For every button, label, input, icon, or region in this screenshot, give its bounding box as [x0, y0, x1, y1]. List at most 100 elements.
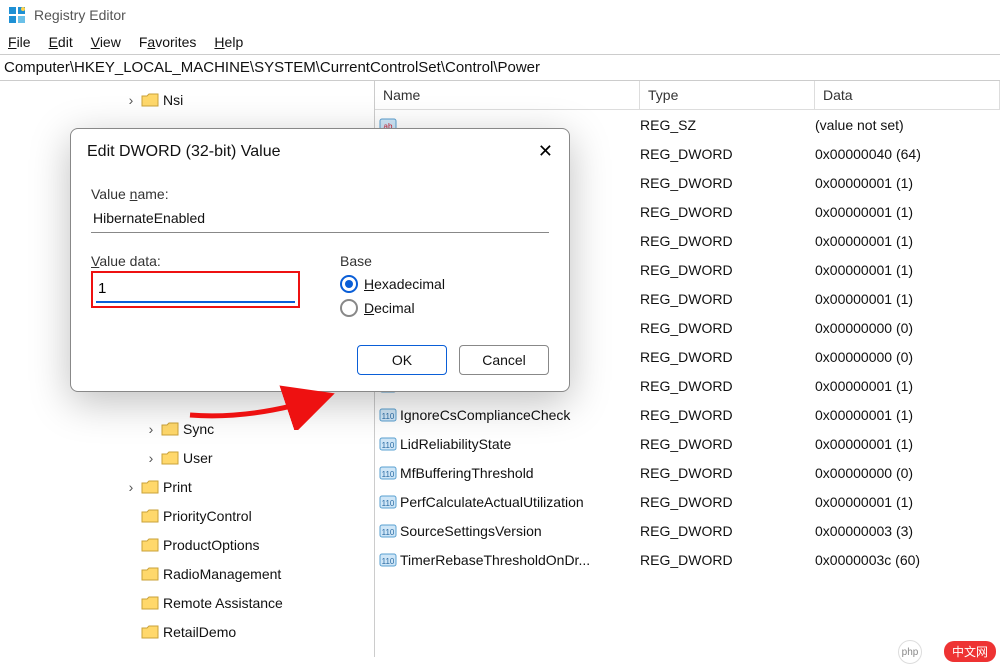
- close-icon[interactable]: ✕: [538, 141, 553, 162]
- menu-help[interactable]: Help: [214, 34, 243, 50]
- row-type: REG_DWORD: [640, 349, 815, 365]
- row-data: 0x00000001 (1): [815, 233, 1000, 249]
- tree-label: Sync: [183, 421, 214, 437]
- list-row[interactable]: 110 PerfCalculateActualUtilizationREG_DWO…: [375, 487, 1000, 516]
- row-data: (value not set): [815, 117, 1000, 133]
- value-name-label: Value name:: [91, 186, 549, 202]
- dword-icon: 110: [375, 551, 400, 569]
- row-type: REG_DWORD: [640, 523, 815, 539]
- list-row[interactable]: 110 LidReliabilityStateREG_DWORD0x0000000…: [375, 429, 1000, 458]
- row-type: REG_DWORD: [640, 146, 815, 162]
- row-data: 0x00000001 (1): [815, 378, 1000, 394]
- row-data: 0x00000001 (1): [815, 494, 1000, 510]
- tree-item[interactable]: Remote Assistance: [0, 588, 374, 617]
- cancel-button[interactable]: Cancel: [459, 345, 549, 375]
- app-title: Registry Editor: [34, 7, 126, 23]
- row-name: MfBufferingThreshold: [400, 465, 640, 481]
- row-name: PerfCalculateActualUtilization: [400, 494, 640, 510]
- menu-view[interactable]: View: [91, 34, 121, 50]
- watermark-icon: php: [898, 640, 922, 664]
- column-headers[interactable]: Name Type Data: [375, 81, 1000, 110]
- row-type: REG_DWORD: [640, 494, 815, 510]
- radio-hexadecimal[interactable]: Hexadecimal: [340, 275, 549, 293]
- base-label: Base: [340, 253, 549, 269]
- svg-text:110: 110: [381, 557, 394, 566]
- regedit-icon: [8, 6, 26, 24]
- value-data-label: Value data:: [91, 253, 300, 269]
- tree-item[interactable]: RadioManagement: [0, 559, 374, 588]
- dword-icon: 110: [375, 406, 400, 424]
- row-type: REG_DWORD: [640, 233, 815, 249]
- tree-label: RadioManagement: [163, 566, 281, 582]
- row-type: REG_DWORD: [640, 436, 815, 452]
- list-row[interactable]: 110 IgnoreCsComplianceCheckREG_DWORD0x000…: [375, 400, 1000, 429]
- row-name: IgnoreCsComplianceCheck: [400, 407, 640, 423]
- row-type: REG_DWORD: [640, 407, 815, 423]
- tree-item[interactable]: PriorityControl: [0, 501, 374, 530]
- tree-item[interactable]: RetailDemo: [0, 617, 374, 646]
- tree-label: User: [183, 450, 213, 466]
- watermark: 中文网: [944, 641, 996, 662]
- tree-item[interactable]: ›Print: [0, 472, 374, 501]
- menu-file[interactable]: File: [8, 34, 31, 50]
- chevron-icon: ›: [145, 421, 157, 437]
- menu-favorites[interactable]: Favorites: [139, 34, 197, 50]
- col-type[interactable]: Type: [640, 81, 815, 109]
- row-data: 0x00000001 (1): [815, 407, 1000, 423]
- row-data: 0x00000000 (0): [815, 349, 1000, 365]
- svg-text:110: 110: [381, 499, 394, 508]
- row-type: REG_DWORD: [640, 552, 815, 568]
- tree-label: RetailDemo: [163, 624, 236, 640]
- chevron-icon: ›: [125, 92, 137, 108]
- row-name: LidReliabilityState: [400, 436, 640, 452]
- radio-icon: [340, 275, 358, 293]
- value-data-input[interactable]: [96, 276, 295, 303]
- tree-label: Nsi: [163, 92, 183, 108]
- menu-edit[interactable]: Edit: [49, 34, 73, 50]
- row-data: 0x00000001 (1): [815, 175, 1000, 191]
- list-row[interactable]: 110MfBufferingThresholdREG_DWORD0x000000…: [375, 458, 1000, 487]
- row-data: 0x00000001 (1): [815, 204, 1000, 220]
- row-name: TimerRebaseThresholdOnDr...: [400, 552, 640, 568]
- row-data: 0x00000000 (0): [815, 465, 1000, 481]
- row-type: REG_DWORD: [640, 465, 815, 481]
- row-type: REG_SZ: [640, 117, 815, 133]
- row-data: 0x0000003c (60): [815, 552, 1000, 568]
- tree-label: Print: [163, 479, 192, 495]
- tree-item[interactable]: ProductOptions: [0, 530, 374, 559]
- radio-icon: [340, 299, 358, 317]
- value-name-field[interactable]: HibernateEnabled: [91, 204, 549, 233]
- tree-label: Remote Assistance: [163, 595, 283, 611]
- col-data[interactable]: Data: [815, 81, 1000, 109]
- row-data: 0x00000000 (0): [815, 320, 1000, 336]
- row-type: REG_DWORD: [640, 378, 815, 394]
- row-data: 0x00000001 (1): [815, 436, 1000, 452]
- dword-icon: 110: [375, 522, 400, 540]
- dword-icon: 110: [375, 493, 400, 511]
- tree-item[interactable]: › Sync: [0, 414, 374, 443]
- row-name: SourceSettingsVersion: [400, 523, 640, 539]
- highlight-box: [91, 271, 300, 308]
- menu-bar: File Edit View Favorites Help: [0, 30, 1000, 54]
- row-type: REG_DWORD: [640, 291, 815, 307]
- ok-button[interactable]: OK: [357, 345, 447, 375]
- tree-item[interactable]: › Nsi: [0, 85, 374, 114]
- list-row[interactable]: 110 TimerRebaseThresholdOnDr...REG_DWORD0…: [375, 545, 1000, 574]
- list-row[interactable]: 110 SourceSettingsVersionREG_DWORD0x00000…: [375, 516, 1000, 545]
- row-type: REG_DWORD: [640, 204, 815, 220]
- row-data: 0x00000040 (64): [815, 146, 1000, 162]
- address-bar[interactable]: Computer\HKEY_LOCAL_MACHINE\SYSTEM\Curre…: [0, 54, 1000, 81]
- svg-text:110: 110: [381, 441, 394, 450]
- row-type: REG_DWORD: [640, 262, 815, 278]
- col-name[interactable]: Name: [375, 81, 640, 109]
- row-data: 0x00000003 (3): [815, 523, 1000, 539]
- svg-text:110: 110: [381, 412, 394, 421]
- radio-decimal[interactable]: Decimal: [340, 299, 549, 317]
- tree-label: ProductOptions: [163, 537, 260, 553]
- svg-text:110: 110: [381, 528, 394, 537]
- title-bar: Registry Editor: [0, 0, 1000, 30]
- dword-icon: 110: [375, 464, 400, 482]
- dword-icon: 110: [375, 435, 400, 453]
- tree-item[interactable]: ›User: [0, 443, 374, 472]
- row-type: REG_DWORD: [640, 175, 815, 191]
